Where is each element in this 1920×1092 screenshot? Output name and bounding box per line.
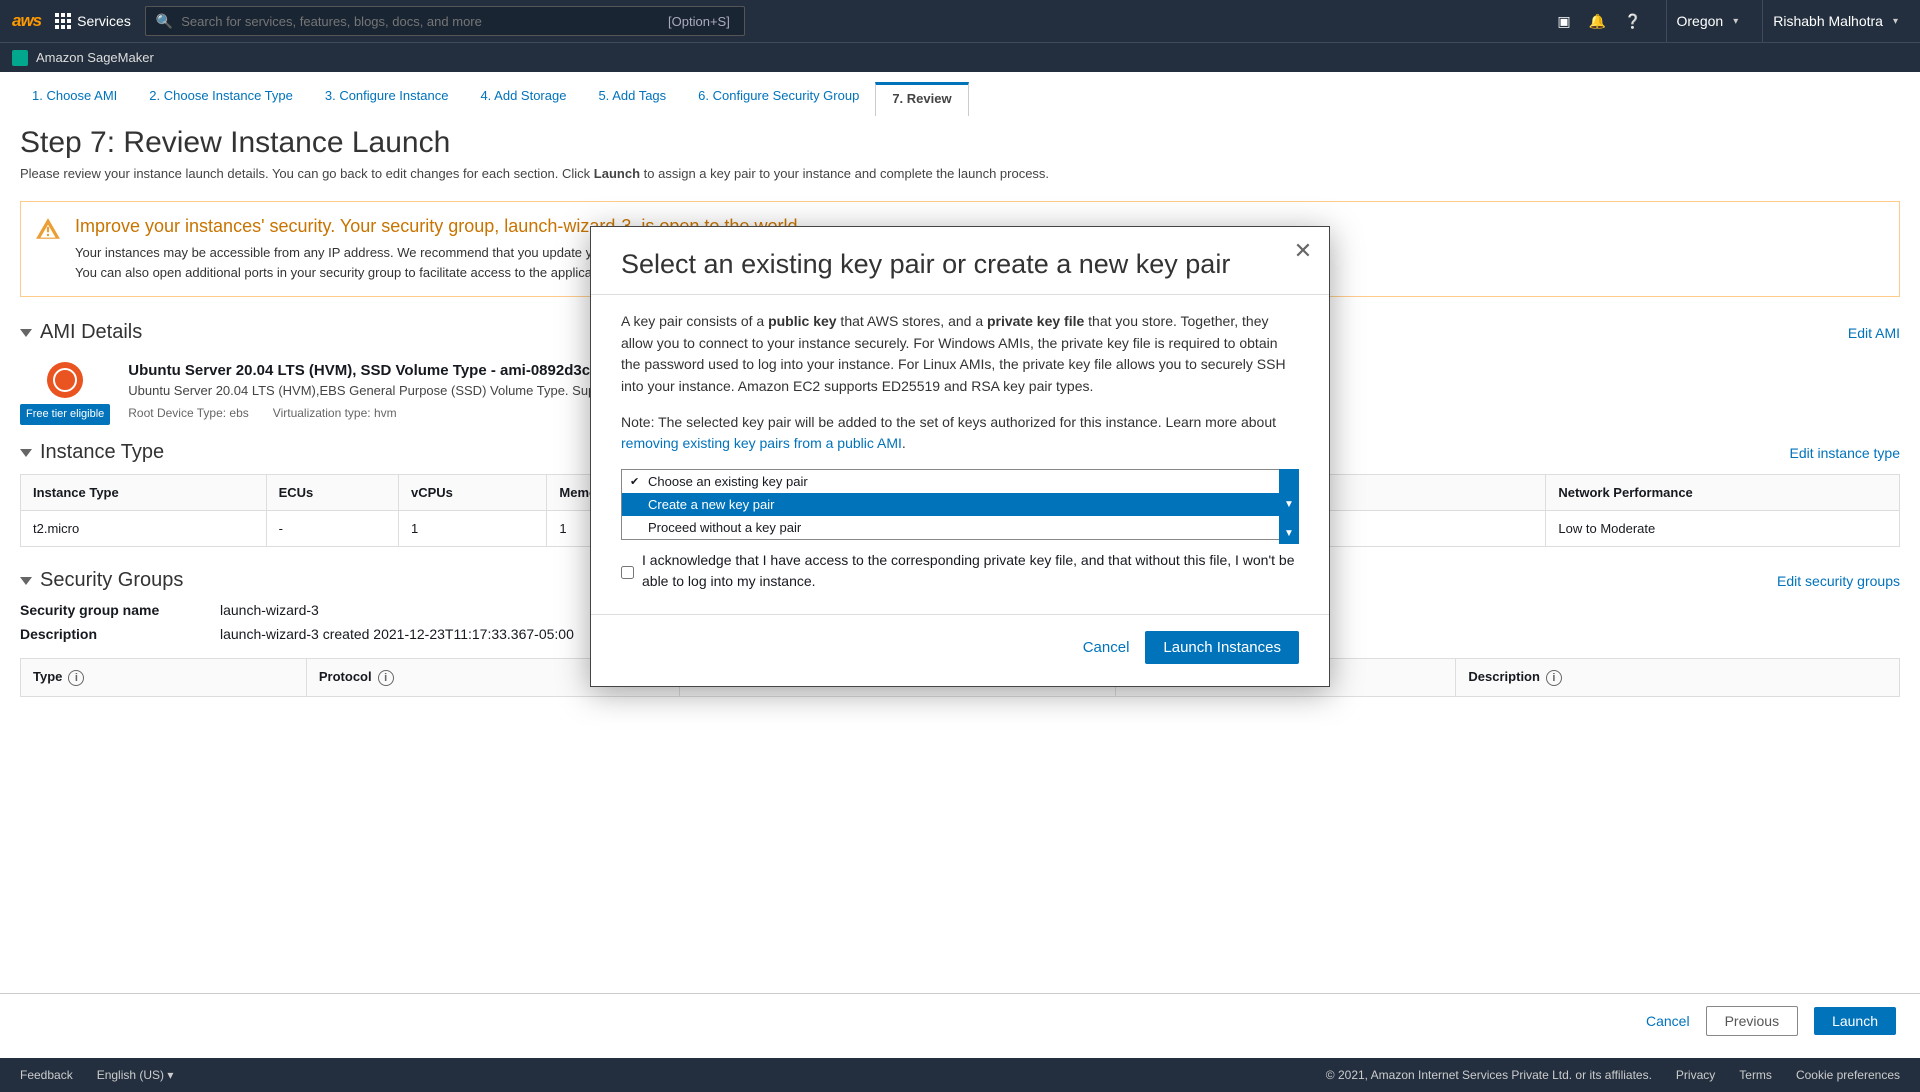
tab-add-tags[interactable]: 5. Add Tags bbox=[582, 82, 682, 116]
collapse-icon bbox=[20, 449, 32, 457]
kp-option-create[interactable]: Create a new key pair bbox=[622, 493, 1298, 516]
tab-choose-instance-type[interactable]: 2. Choose Instance Type bbox=[133, 82, 309, 116]
dropdown-arrow-icon[interactable]: ▼ bbox=[1279, 522, 1299, 544]
check-icon: ✔ bbox=[630, 475, 639, 488]
help-icon[interactable]: ❔ bbox=[1624, 13, 1641, 30]
search-shortcut-hint: [Option+S] bbox=[668, 14, 730, 29]
cloudshell-icon[interactable]: ▣ bbox=[1557, 13, 1570, 30]
search-icon: 🔍 bbox=[156, 13, 173, 30]
col-ecus: ECUs bbox=[266, 475, 398, 511]
grid-icon bbox=[55, 13, 71, 29]
tab-configure-instance[interactable]: 3. Configure Instance bbox=[309, 82, 465, 116]
info-icon[interactable]: i bbox=[1546, 670, 1562, 686]
virtualization-type: Virtualization type: hvm bbox=[273, 406, 397, 420]
cell-vcpus: 1 bbox=[398, 511, 546, 547]
key-pair-mode-select[interactable]: ✔ Choose an existing key pair Create a n… bbox=[621, 469, 1299, 540]
instance-type-heading: Instance Type bbox=[40, 441, 164, 464]
region-label: Oregon bbox=[1677, 13, 1724, 29]
top-icon-group: ▣ 🔔 ❔ bbox=[1557, 13, 1641, 30]
close-icon[interactable]: ✕ bbox=[1289, 237, 1317, 265]
copyright-text: © 2021, Amazon Internet Services Private… bbox=[1326, 1068, 1652, 1082]
aws-logo: aws bbox=[12, 11, 41, 31]
edit-security-groups-link[interactable]: Edit security groups bbox=[1777, 573, 1900, 589]
launch-button[interactable]: Launch bbox=[1814, 1007, 1896, 1035]
edit-ami-link[interactable]: Edit AMI bbox=[1848, 325, 1900, 341]
kp-option-existing[interactable]: ✔ Choose an existing key pair bbox=[622, 470, 1298, 493]
console-status-bar: Feedback English (US) ▾ © 2021, Amazon I… bbox=[0, 1058, 1920, 1092]
key-pair-modal: ✕ Select an existing key pair or create … bbox=[590, 226, 1330, 687]
collapse-icon bbox=[20, 577, 32, 585]
modal-footer: Cancel Launch Instances bbox=[591, 614, 1329, 664]
sg-col-desc: Descriptioni bbox=[1456, 659, 1900, 697]
edit-instance-type-link[interactable]: Edit instance type bbox=[1789, 445, 1900, 461]
tab-add-storage[interactable]: 4. Add Storage bbox=[464, 82, 582, 116]
feedback-link[interactable]: Feedback bbox=[20, 1068, 73, 1082]
wizard-footer: Cancel Previous Launch bbox=[0, 993, 1920, 1048]
search-input[interactable] bbox=[181, 14, 660, 29]
modal-paragraph-2: Note: The selected key pair will be adde… bbox=[621, 412, 1299, 455]
modal-cancel-button[interactable]: Cancel bbox=[1083, 639, 1130, 656]
global-search[interactable]: 🔍 [Option+S] bbox=[145, 6, 745, 36]
previous-button[interactable]: Previous bbox=[1706, 1006, 1798, 1036]
col-net-perf: Network Performance bbox=[1546, 475, 1900, 511]
launch-instances-button[interactable]: Launch Instances bbox=[1145, 631, 1299, 664]
info-icon[interactable]: i bbox=[68, 670, 84, 686]
cell-instance-type: t2.micro bbox=[21, 511, 267, 547]
tab-choose-ami[interactable]: 1. Choose AMI bbox=[16, 82, 133, 116]
warning-icon bbox=[35, 216, 61, 242]
free-tier-badge: Free tier eligible bbox=[20, 404, 110, 425]
acknowledge-checkbox[interactable] bbox=[621, 553, 634, 592]
footer-cancel-link[interactable]: Cancel bbox=[1646, 1013, 1690, 1029]
service-name[interactable]: Amazon SageMaker bbox=[36, 50, 154, 65]
account-menu[interactable]: Rishabh Malhotra bbox=[1762, 0, 1908, 42]
modal-paragraph-1: A key pair consists of a public key that… bbox=[621, 311, 1299, 398]
ubuntu-icon bbox=[47, 362, 83, 398]
remove-key-pairs-link[interactable]: removing existing key pairs from a publi… bbox=[621, 435, 902, 451]
global-top-bar: aws Services 🔍 [Option+S] ▣ 🔔 ❔ Oregon R… bbox=[0, 0, 1920, 42]
wizard-tabs: 1. Choose AMI 2. Choose Instance Type 3.… bbox=[0, 72, 1920, 116]
service-context-bar: Amazon SageMaker bbox=[0, 42, 1920, 72]
cookie-prefs-link[interactable]: Cookie preferences bbox=[1796, 1068, 1900, 1082]
ami-badge: Free tier eligible bbox=[20, 362, 110, 425]
user-label: Rishabh Malhotra bbox=[1773, 13, 1883, 29]
terms-link[interactable]: Terms bbox=[1739, 1068, 1772, 1082]
cell-ecus: - bbox=[266, 511, 398, 547]
info-icon[interactable]: i bbox=[378, 670, 394, 686]
col-instance-type: Instance Type bbox=[21, 475, 267, 511]
page-subtitle: Please review your instance launch detai… bbox=[20, 166, 1900, 181]
language-selector[interactable]: English (US) ▾ bbox=[97, 1068, 174, 1082]
page-title: Step 7: Review Instance Launch bbox=[20, 126, 1900, 160]
cell-net-perf: Low to Moderate bbox=[1546, 511, 1900, 547]
subtitle-post: to assign a key pair to your instance an… bbox=[640, 166, 1049, 181]
sg-name-label: Security group name bbox=[20, 602, 220, 618]
privacy-link[interactable]: Privacy bbox=[1676, 1068, 1715, 1082]
tab-review[interactable]: 7. Review bbox=[875, 82, 968, 116]
subtitle-pre: Please review your instance launch detai… bbox=[20, 166, 594, 181]
sagemaker-icon bbox=[12, 50, 28, 66]
sg-desc-label: Description bbox=[20, 626, 220, 642]
acknowledge-text: I acknowledge that I have access to the … bbox=[642, 550, 1299, 592]
services-menu[interactable]: Services bbox=[55, 13, 131, 29]
modal-title: Select an existing key pair or create a … bbox=[621, 249, 1299, 280]
services-label: Services bbox=[77, 13, 131, 29]
collapse-icon bbox=[20, 329, 32, 337]
region-selector[interactable]: Oregon bbox=[1666, 0, 1749, 42]
notifications-icon[interactable]: 🔔 bbox=[1589, 13, 1606, 30]
kp-option-proceed[interactable]: Proceed without a key pair bbox=[622, 516, 1298, 539]
sg-col-type: Typei bbox=[21, 659, 307, 697]
ami-heading: AMI Details bbox=[40, 321, 142, 344]
tab-configure-security[interactable]: 6. Configure Security Group bbox=[682, 82, 875, 116]
col-vcpus: vCPUs bbox=[398, 475, 546, 511]
subtitle-bold: Launch bbox=[594, 166, 640, 181]
acknowledge-row[interactable]: I acknowledge that I have access to the … bbox=[621, 550, 1299, 592]
security-groups-heading: Security Groups bbox=[40, 569, 183, 592]
root-device-type: Root Device Type: ebs bbox=[128, 406, 249, 420]
